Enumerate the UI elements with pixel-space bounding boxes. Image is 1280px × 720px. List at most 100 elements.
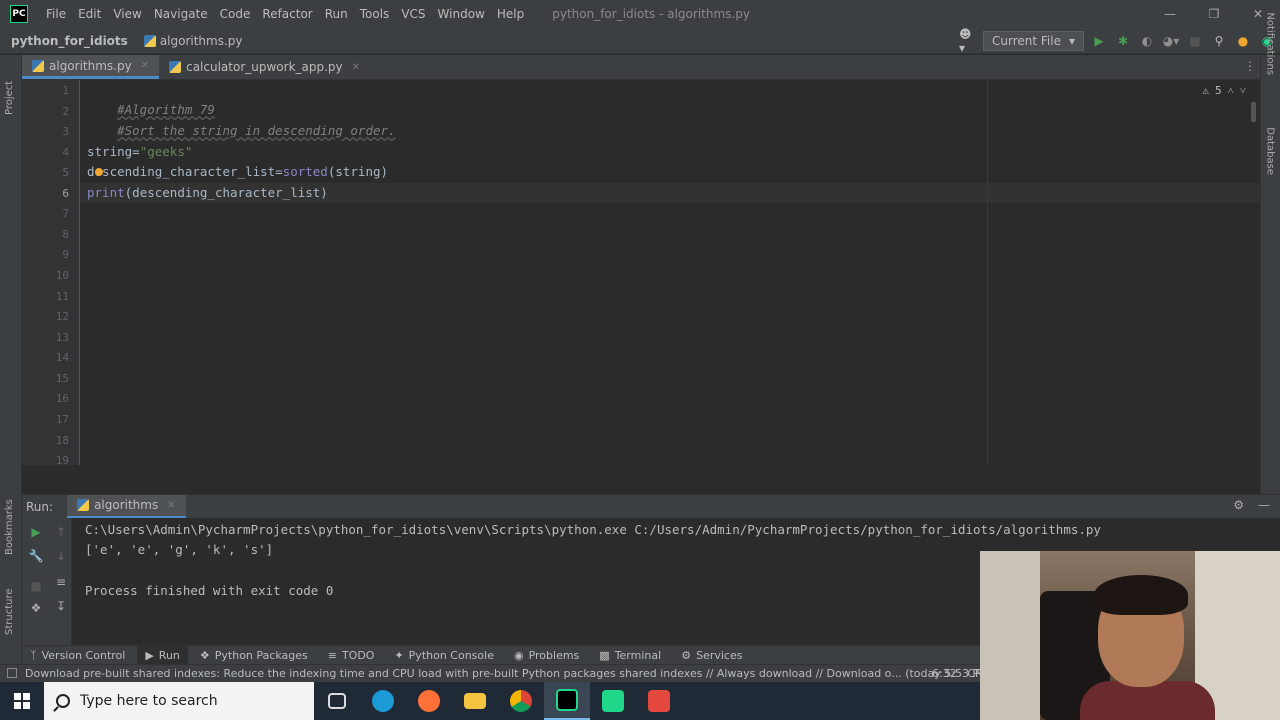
restore-icon[interactable]: ❐ xyxy=(1192,0,1236,28)
chevron-up-icon[interactable]: ˄ xyxy=(1228,84,1234,97)
search-everywhere-icon[interactable]: ⚲ xyxy=(1210,32,1228,50)
database-tool-tab[interactable]: Database xyxy=(1265,127,1276,175)
tab-calculator-upwork-app[interactable]: calculator_upwork_app.py ✕ xyxy=(159,55,370,79)
code-editor[interactable]: 1 2 3 4 5 6 7 8 9 10 11 12 13 14 15 16 1… xyxy=(22,80,1260,465)
line-number: 14 xyxy=(55,351,69,364)
tab-algorithms[interactable]: algorithms.py ✕ xyxy=(22,55,160,79)
pin-icon[interactable]: ❖ xyxy=(28,600,44,616)
window-controls: — ❐ ✕ xyxy=(1148,0,1280,28)
code-line-4: string="geeks" xyxy=(87,142,192,162)
taskbar-search[interactable]: Type here to search xyxy=(44,682,314,720)
tool-tab-label: Python Packages xyxy=(214,648,308,662)
console-line: C:\Users\Admin\PycharmProjects\python_fo… xyxy=(85,522,1101,537)
tab-run[interactable]: ▶ Run xyxy=(137,645,188,665)
pycharm-logo-icon: PC xyxy=(10,5,28,23)
breadcrumb-project[interactable]: python_for_idiots xyxy=(11,34,128,48)
menu-file[interactable]: File xyxy=(40,7,72,21)
gear-icon[interactable]: ⚙ xyxy=(1233,498,1244,512)
chrome-icon[interactable] xyxy=(498,682,544,720)
panel-toggle-icon[interactable] xyxy=(7,668,17,678)
toolbar-right: ☻▾ Current File ▾ ▶ ✱ ◐ ◕▾ ■ ⚲ ● ◉ xyxy=(959,27,1280,55)
menu-navigate[interactable]: Navigate xyxy=(148,7,214,21)
menu-run[interactable]: Run xyxy=(319,7,354,21)
project-tool-tab[interactable]: Project xyxy=(4,81,15,115)
hide-panel-icon[interactable]: — xyxy=(1258,498,1270,512)
console-line: ['e', 'e', 'g', 'k', 's'] xyxy=(85,542,274,557)
user-icon[interactable]: ☻▾ xyxy=(959,27,977,55)
menu-code[interactable]: Code xyxy=(214,7,257,21)
caret-position-value: 6:32 xyxy=(932,667,957,680)
run-icon[interactable]: ▶ xyxy=(1090,32,1108,50)
menu-window[interactable]: Window xyxy=(432,7,491,21)
bookmarks-tool-tab[interactable]: Bookmarks xyxy=(4,499,15,555)
tab-terminal[interactable]: ▩ Terminal xyxy=(591,646,669,665)
coverage-icon[interactable]: ◐ xyxy=(1138,32,1156,50)
status-message[interactable]: Download pre-built shared indexes: Reduc… xyxy=(25,667,993,680)
run-console[interactable]: C:\Users\Admin\PycharmProjects\python_fo… xyxy=(72,518,1101,645)
arrow-up-icon[interactable]: ↑ xyxy=(53,524,69,540)
start-button[interactable] xyxy=(0,682,44,720)
minimize-icon[interactable]: — xyxy=(1148,0,1192,28)
tab-services[interactable]: ⚙ Services xyxy=(673,646,750,665)
lightbulb-icon[interactable] xyxy=(95,168,103,176)
task-view-icon[interactable] xyxy=(314,682,360,720)
inspection-widget[interactable]: ⚠ 5 ˄ ˅ xyxy=(1202,84,1246,97)
line-number: 7 xyxy=(62,207,69,220)
menu-tools[interactable]: Tools xyxy=(354,7,396,21)
tab-python-packages[interactable]: ❖ Python Packages xyxy=(192,646,316,665)
tab-problems[interactable]: ◉ Problems xyxy=(506,646,587,665)
stop-icon[interactable]: ■ xyxy=(1186,32,1204,50)
line-number: 15 xyxy=(55,372,69,385)
run-tab-algorithms[interactable]: algorithms ✕ xyxy=(67,494,186,519)
terminal-icon: ▩ xyxy=(599,648,610,662)
menu-view[interactable]: View xyxy=(107,7,147,21)
tab-python-console[interactable]: ✦ Python Console xyxy=(386,646,502,665)
more-vertical-icon[interactable]: ⋮ xyxy=(1244,59,1256,73)
menu-help[interactable]: Help xyxy=(491,7,530,21)
tool-tab-label: Terminal xyxy=(614,648,662,662)
search-placeholder: Type here to search xyxy=(80,693,218,709)
close-icon[interactable]: ✕ xyxy=(167,500,175,511)
clion-icon[interactable] xyxy=(590,682,636,720)
line-number: 10 xyxy=(55,269,69,282)
chevron-down-icon[interactable]: ˅ xyxy=(1240,84,1246,97)
breadcrumb-file-label: algorithms.py xyxy=(159,33,243,48)
pycharm-taskbar-icon[interactable] xyxy=(544,682,590,720)
code-line-6: print(descending_character_list) xyxy=(87,183,328,203)
line-number: 8 xyxy=(62,228,69,241)
line-number: 19 xyxy=(55,454,69,465)
tool-tab-label: Python Console xyxy=(408,648,494,662)
stop-icon[interactable]: ■ xyxy=(28,578,44,594)
profile-icon[interactable]: ◕▾ xyxy=(1162,32,1180,50)
soft-wrap-icon[interactable]: ≡ xyxy=(53,574,69,590)
editor-scrollbar[interactable] xyxy=(1251,102,1256,122)
scroll-to-end-icon[interactable]: ↧ xyxy=(53,598,69,614)
code-line-1: #Algorithm 79 xyxy=(87,80,215,117)
line-number: 4 xyxy=(62,146,69,159)
tab-version-control[interactable]: ᛉ Version Control xyxy=(22,646,133,665)
file-explorer-icon[interactable] xyxy=(452,682,498,720)
menu-edit[interactable]: Edit xyxy=(72,7,107,21)
rerun-icon[interactable]: ▶ xyxy=(28,524,44,540)
console-line: Process finished with exit code 0 xyxy=(85,583,334,598)
warning-count: 5 xyxy=(1214,84,1222,97)
edge-browser-icon[interactable] xyxy=(360,682,406,720)
app-red-icon[interactable] xyxy=(636,682,682,720)
menu-refactor[interactable]: Refactor xyxy=(256,7,318,21)
wrench-icon[interactable]: 🔧 xyxy=(28,548,44,564)
firefox-icon[interactable] xyxy=(406,682,452,720)
run-config-select[interactable]: Current File ▾ xyxy=(983,31,1084,51)
notifications-tool-tab[interactable]: Notifications xyxy=(1265,12,1276,75)
menu-vcs[interactable]: VCS xyxy=(395,7,431,21)
arrow-down-icon[interactable]: ↓ xyxy=(53,548,69,564)
structure-tool-tab[interactable]: Structure xyxy=(4,588,15,635)
args-token: (descending_character_list) xyxy=(124,185,328,200)
run-config-label: Current File xyxy=(992,34,1061,48)
close-icon[interactable]: ✕ xyxy=(352,62,360,73)
debug-icon[interactable]: ✱ xyxy=(1114,32,1132,50)
breadcrumb-file[interactable]: algorithms.py xyxy=(143,33,243,48)
updates-icon[interactable]: ● xyxy=(1234,32,1252,50)
line-number: 5 xyxy=(62,166,69,179)
tab-todo[interactable]: ≡ TODO xyxy=(320,646,383,665)
close-icon[interactable]: ✕ xyxy=(141,60,149,71)
